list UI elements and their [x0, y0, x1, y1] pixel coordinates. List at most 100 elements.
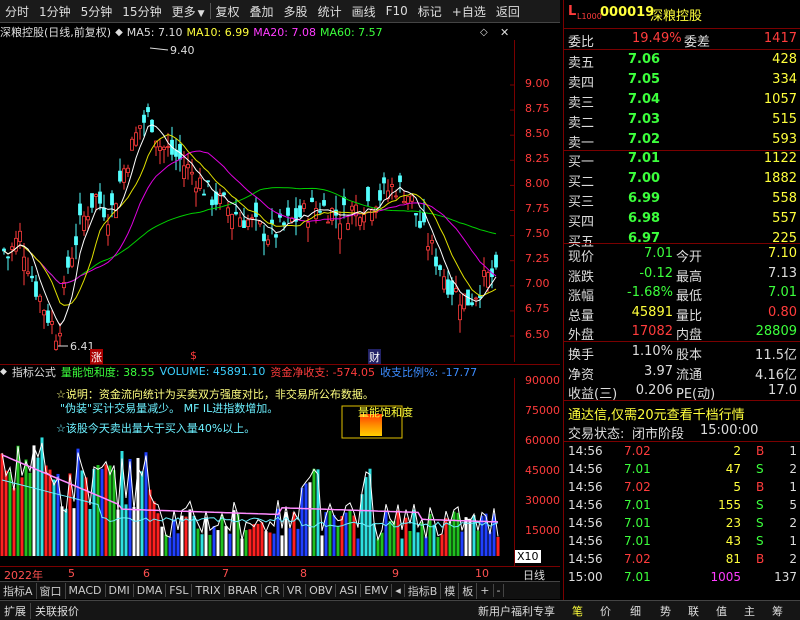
toolbar-f10[interactable]: F10 — [381, 4, 413, 18]
stat-value: -0.12 — [639, 265, 673, 281]
volume-scale-badge: X10 — [515, 550, 541, 563]
tick-row: 14:56 7.01 23 S 2 — [564, 514, 800, 532]
asks-level[interactable]: 卖五 7.06 428 — [564, 50, 800, 71]
tick-count: 2 — [789, 516, 797, 530]
bids-level[interactable]: 买四 6.98 557 — [564, 209, 800, 230]
toolbar-draw[interactable]: 画线 — [347, 3, 381, 20]
tick-time: 14:56 — [568, 516, 603, 530]
tick-volume: 1005 — [710, 570, 741, 584]
tick-side: S — [756, 462, 764, 476]
bids-level[interactable]: 买二 7.00 1882 — [564, 169, 800, 190]
toolbar-add-favorite[interactable]: +自选 — [447, 3, 491, 20]
toolbar-overlay[interactable]: 叠加 — [245, 3, 279, 20]
panel-tab-linked[interactable]: 联 — [688, 603, 699, 619]
tick-row: 14:56 7.02 2 B 1 — [564, 442, 800, 460]
tab-cr[interactable]: CR — [262, 584, 284, 597]
toolbar-more-label: 更多 — [171, 4, 196, 19]
asks-level[interactable]: 卖四 7.05 334 — [564, 70, 800, 91]
panel-tab-main[interactable]: 主 — [744, 603, 755, 619]
toolbar-back[interactable]: 返回 — [491, 3, 525, 20]
toolbar-stats[interactable]: 统计 — [313, 3, 347, 20]
tick-count: 2 — [789, 462, 797, 476]
stat-label: 涨幅 — [568, 289, 595, 304]
stat-row: 涨幅 -1.68% 最低 7.01 — [564, 283, 800, 304]
tab-asi[interactable]: ASI — [336, 584, 362, 597]
panel-tab-trades[interactable]: 笔 — [572, 603, 583, 619]
date-tick: 8 — [300, 567, 307, 580]
toolbar-rights[interactable]: 复权 — [211, 3, 245, 20]
tab-board[interactable]: 板 — [459, 582, 478, 599]
tab-vr[interactable]: VR — [284, 584, 307, 597]
settings-icon[interactable]: ◆ — [115, 27, 123, 38]
tick-price: 7.01 — [624, 534, 651, 548]
tab-brar[interactable]: BRAR — [225, 584, 262, 597]
expand-button[interactable]: 扩展 — [0, 603, 30, 619]
stat-row: 总量 45891 量比 0.80 — [564, 303, 800, 324]
tick-price: 7.01 — [624, 570, 651, 584]
zoom-out-button[interactable]: - — [494, 584, 505, 597]
toolbar-1min[interactable]: 1分钟 — [34, 3, 76, 20]
tick-count: 1 — [789, 480, 797, 494]
tab-obv[interactable]: OBV — [306, 584, 337, 597]
order-diff-value: 1417 — [763, 31, 797, 46]
chart-title: 深粮控股(日线,前复权) — [0, 26, 112, 39]
volume-tick: 75000 — [525, 404, 560, 417]
tick-side: S — [756, 498, 764, 512]
tick-row: 14:56 7.02 81 B 2 — [564, 550, 800, 568]
candlestick-chart[interactable]: 9.40 6.41 — [0, 40, 514, 362]
tick-volume: 47 — [725, 462, 741, 476]
toolbar-multi-stock[interactable]: 多股 — [279, 3, 313, 20]
stat-label: 今开 — [676, 250, 703, 265]
tab-emv[interactable]: EMV — [361, 584, 393, 597]
toolbar-5min[interactable]: 5分钟 — [76, 3, 118, 20]
tick-time: 14:56 — [568, 444, 603, 458]
indicator-note-2: "伪装"买计交易量减少。 MF IL进指数增加。 — [60, 401, 278, 415]
asks-volume: 1057 — [763, 92, 797, 107]
asks-level[interactable]: 卖一 7.02 593 — [564, 130, 800, 151]
volume-indicator-chart[interactable]: 量能饱和度 ☆说明：资金流向统计为买卖双方强度对比，非交易所公布数据。 "伪装"… — [0, 378, 514, 562]
new-user-promo[interactable]: 新用户福利专享 — [478, 603, 555, 619]
asks-level[interactable]: 卖三 7.04 1057 — [564, 90, 800, 111]
tab-trix[interactable]: TRIX — [192, 584, 225, 597]
toolbar-more[interactable]: 更多 ▼ — [167, 3, 210, 20]
toolbar-time-sharing[interactable]: 分时 — [0, 3, 34, 20]
toolbar-mark[interactable]: 标记 — [413, 3, 447, 20]
tick-row: 14:56 7.02 5 B 1 — [564, 478, 800, 496]
related-quote-button[interactable]: 关联报价 — [30, 602, 83, 619]
panel-tab-price[interactable]: 价 — [600, 603, 611, 619]
tab-indicator-b[interactable]: 指标B — [405, 582, 442, 599]
panel-tab-value[interactable]: 值 — [716, 603, 727, 619]
tab-scroll-left-icon[interactable]: ◂ — [392, 584, 405, 597]
zoom-in-button[interactable]: + — [477, 584, 494, 597]
close-icon[interactable]: ✕ — [500, 26, 509, 39]
tick-count: 1 — [789, 534, 797, 548]
stat-row: 现价 7.01 今开 7.10 — [564, 244, 800, 265]
tab-fsl[interactable]: FSL — [166, 584, 193, 597]
event-mark-dividend[interactable]: $ — [190, 349, 197, 362]
panel-tab-detail[interactable]: 细 — [630, 603, 641, 619]
panel-tab-chips[interactable]: 筹 — [772, 603, 783, 619]
tick-time: 14:56 — [568, 534, 603, 548]
tab-dmi[interactable]: DMI — [106, 584, 134, 597]
bids-level[interactable]: 买一 7.01 1122 — [564, 149, 800, 170]
ma10-value: MA10: 6.99 — [186, 25, 250, 39]
tab-template[interactable]: 模 — [441, 582, 460, 599]
promo-banner[interactable]: 通达信,仅需20元查看千档行情 — [564, 402, 800, 423]
stat-row: 换手 1.10% 股本 11.5亿 — [564, 342, 800, 363]
panel-tab-trend[interactable]: 势 — [660, 603, 671, 619]
tab-dma[interactable]: DMA — [134, 584, 167, 597]
tab-indicator-a[interactable]: 指标A — [0, 582, 37, 599]
tab-macd[interactable]: MACD — [66, 584, 106, 597]
divider — [564, 400, 800, 401]
tick-price: 7.01 — [624, 516, 651, 530]
asks-level[interactable]: 卖二 7.03 515 — [564, 110, 800, 131]
price-axis: 9.00 8.75 8.50 8.25 8.00 7.75 7.50 7.25 … — [514, 40, 560, 362]
collapse-icon[interactable]: ◇ — [480, 27, 488, 38]
bids-level[interactable]: 买三 6.99 558 — [564, 189, 800, 210]
toolbar-15min[interactable]: 15分钟 — [117, 3, 166, 20]
tick-time: 14:56 — [568, 552, 603, 566]
stat-label: 量比 — [676, 308, 703, 324]
tick-price: 7.02 — [624, 480, 651, 494]
tab-window[interactable]: 窗口 — [37, 582, 66, 599]
indicator-menu-icon[interactable]: ◆ — [0, 367, 7, 377]
